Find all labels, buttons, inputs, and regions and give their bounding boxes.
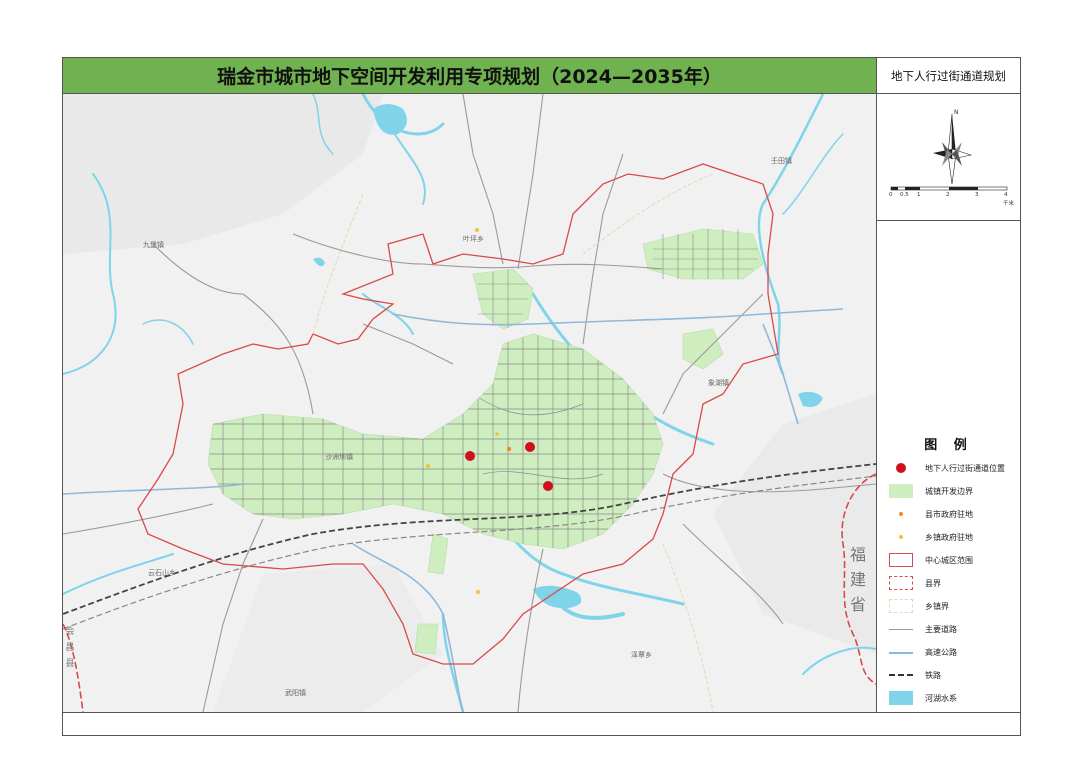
underpass-marker bbox=[525, 442, 535, 452]
compass-scale-box: N 0 0.5 1 2 3 4 千米 bbox=[877, 94, 1020, 221]
orange-star-icon bbox=[889, 507, 913, 521]
legend-item: 铁路 bbox=[889, 666, 1019, 684]
county-boundary-icon bbox=[889, 576, 913, 590]
blue-line-icon bbox=[889, 645, 913, 659]
legend-item: 地下人行过街通道位置 bbox=[889, 459, 1019, 477]
red-dot-icon bbox=[889, 461, 913, 475]
legend-item: 乡镇政府驻地 bbox=[889, 528, 1019, 546]
grey-line-icon bbox=[889, 622, 913, 636]
legend-item: 乡镇界 bbox=[889, 597, 1019, 615]
place-label: 武阳镇 bbox=[285, 689, 306, 697]
underpass-marker bbox=[543, 481, 553, 491]
legend-item: 河湖水系 bbox=[889, 689, 1019, 707]
province-label: 福建省 bbox=[849, 545, 866, 614]
place-label: 九堡镇 bbox=[143, 241, 164, 249]
legend-item: 主要道路 bbox=[889, 620, 1019, 638]
legend-item: 县界 bbox=[889, 574, 1019, 592]
scale-bar: 0 0.5 1 2 3 4 千米 bbox=[889, 192, 1015, 207]
legend-item: 中心城区范围 bbox=[889, 551, 1019, 569]
legend-title: 图 例 bbox=[924, 438, 973, 453]
green-fill-icon bbox=[889, 484, 913, 498]
railway-icon bbox=[889, 668, 913, 682]
underpass-marker bbox=[465, 451, 475, 461]
map-canvas[interactable]: 九堡镇 叶坪乡 壬田镇 象湖镇 沙洲坝镇 云石山乡 武阳镇 泽覃乡 福建省 会昌… bbox=[63, 94, 876, 712]
legend-item: 高速公路 bbox=[889, 643, 1019, 661]
map-title: 瑞金市城市地下空间开发利用专项规划（2024—2035年） bbox=[63, 58, 876, 94]
legend-item: 县市政府驻地 bbox=[889, 505, 1019, 523]
red-outline-icon bbox=[889, 553, 913, 567]
bottom-strip bbox=[63, 712, 1020, 735]
place-label: 象湖镇 bbox=[708, 379, 729, 387]
cyan-fill-icon bbox=[889, 691, 913, 705]
sheet-subtitle: 地下人行过街通道规划 bbox=[876, 58, 1020, 94]
place-label: 云石山乡 bbox=[148, 569, 176, 577]
place-label: 泽覃乡 bbox=[631, 651, 652, 659]
place-label: 沙洲坝镇 bbox=[325, 453, 353, 461]
yellow-star-icon bbox=[889, 530, 913, 544]
side-panel: N 0 0.5 1 2 3 4 千米 图 例 地下人行过街通道位置 城镇开发边界… bbox=[876, 94, 1020, 712]
township-boundary-icon bbox=[889, 599, 913, 613]
base-map bbox=[63, 94, 876, 712]
north-label: N bbox=[954, 109, 959, 116]
place-label: 壬田镇 bbox=[771, 157, 792, 165]
place-label: 叶坪乡 bbox=[463, 235, 484, 243]
legend-item: 城镇开发边界 bbox=[889, 482, 1019, 500]
county-label: 会昌县 bbox=[65, 627, 75, 669]
